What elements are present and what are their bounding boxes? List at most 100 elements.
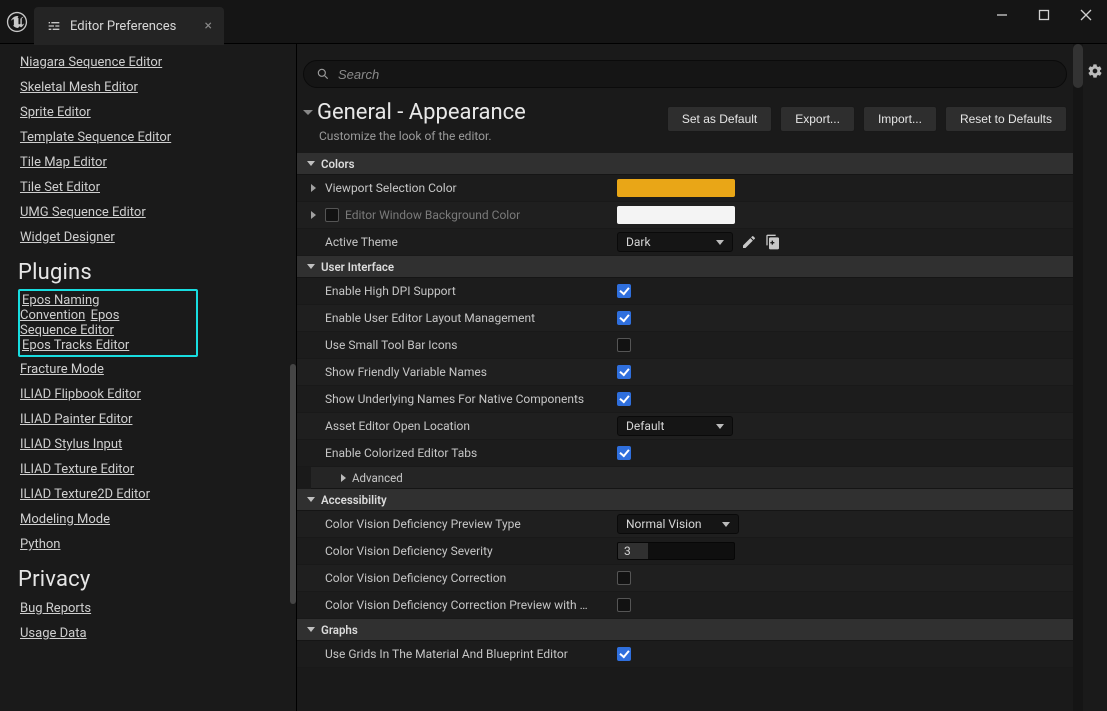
edit-icon[interactable] [741, 234, 757, 250]
window-controls [981, 0, 1107, 30]
chevron-down-icon [307, 161, 315, 166]
sidebar-item[interactable]: Tile Map Editor [20, 150, 107, 175]
checkbox[interactable] [617, 365, 631, 379]
page-subtitle: Customize the look of the editor. [303, 129, 655, 143]
checkbox[interactable] [617, 647, 631, 661]
row-viewport-selection-color: Viewport Selection Color [297, 175, 1073, 202]
set-default-button[interactable]: Set as Default [667, 106, 772, 132]
sidebar-item[interactable]: UMG Sequence Editor [20, 200, 146, 225]
row-label: Asset Editor Open Location [325, 419, 470, 433]
content-scrollbar[interactable] [1073, 44, 1083, 711]
sidebar-item[interactable]: Usage Data [20, 621, 87, 646]
row-open-location: Asset Editor Open Location Default [297, 413, 1073, 440]
maximize-button[interactable] [1023, 0, 1065, 30]
row-friendly-names: Show Friendly Variable Names [297, 359, 1073, 386]
sidebar-item[interactable]: Niagara Sequence Editor [20, 50, 162, 75]
checkbox[interactable] [617, 571, 631, 585]
open-location-dropdown[interactable]: Default [617, 416, 733, 436]
row-label: Enable Colorized Editor Tabs [325, 446, 477, 460]
group-header-colors[interactable]: Colors [297, 153, 1073, 175]
chevron-down-icon [716, 424, 724, 429]
sidebar-item[interactable]: Skeletal Mesh Editor [20, 75, 138, 100]
color-swatch[interactable] [617, 206, 735, 224]
row-label: Color Vision Deficiency Correction [325, 571, 506, 585]
gear-icon[interactable] [1087, 63, 1103, 79]
checkbox[interactable] [617, 392, 631, 406]
row-layout-mgmt: Enable User Editor Layout Management [297, 305, 1073, 332]
chevron-right-icon [341, 474, 346, 482]
checkbox[interactable] [617, 338, 631, 352]
duplicate-icon[interactable] [765, 234, 781, 250]
sidebar-section-editors: Niagara Sequence Editor Skeletal Mesh Ed… [20, 50, 290, 250]
unreal-logo-icon [0, 0, 34, 44]
expand-toggle[interactable] [307, 211, 319, 219]
sidebar-item[interactable]: ILIAD Texture Editor [20, 457, 134, 482]
group-header-ui[interactable]: User Interface [297, 256, 1073, 278]
checkbox[interactable] [617, 446, 631, 460]
sidebar-scroll-thumb[interactable] [290, 364, 296, 604]
color-swatch[interactable] [617, 179, 735, 197]
minimize-button[interactable] [981, 0, 1023, 30]
group-advanced[interactable]: Advanced [311, 467, 1073, 489]
row-editor-bg-color: Editor Window Background Color [297, 202, 1073, 229]
sidebar-scrollbar[interactable] [290, 44, 296, 711]
group-header-graphs[interactable]: Graphs [297, 619, 1073, 641]
tab-title: Editor Preferences [70, 19, 176, 34]
group-header-accessibility[interactable]: Accessibility [297, 489, 1073, 511]
row-label: Color Vision Deficiency Correction Previ… [325, 598, 595, 612]
sidebar-item[interactable]: ILIAD Texture2D Editor [20, 482, 150, 507]
close-window-button[interactable] [1065, 0, 1107, 30]
sidebar-item[interactable]: Widget Designer [20, 225, 115, 250]
main-area: Niagara Sequence Editor Skeletal Mesh Ed… [0, 44, 1107, 711]
reset-defaults-button[interactable]: Reset to Defaults [945, 106, 1067, 132]
tab-editor-preferences[interactable]: Editor Preferences × [34, 7, 224, 45]
sidebar-item[interactable]: Bug Reports [20, 596, 91, 621]
group-label: Accessibility [321, 493, 387, 507]
page-title: General - Appearance [317, 100, 526, 125]
row-label: Show Friendly Variable Names [325, 365, 487, 379]
chevron-down-icon [307, 497, 315, 502]
import-button[interactable]: Import... [863, 106, 937, 132]
sidebar: Niagara Sequence Editor Skeletal Mesh Ed… [0, 44, 297, 711]
group-label: Graphs [321, 623, 358, 637]
sidebar-item-epos-tracks[interactable]: Epos Tracks Editor [22, 333, 129, 358]
row-label: Active Theme [325, 235, 398, 249]
row-colorized-tabs: Enable Colorized Editor Tabs [297, 440, 1073, 467]
checkbox[interactable] [617, 284, 631, 298]
sidebar-heading-plugins: Plugins [18, 260, 290, 285]
sidebar-item[interactable]: ILIAD Stylus Input [20, 432, 122, 457]
titlebar: Editor Preferences × [0, 0, 1107, 44]
close-icon[interactable]: × [205, 19, 212, 33]
theme-dropdown[interactable]: Dark [617, 232, 733, 252]
chevron-down-icon [722, 522, 730, 527]
row-label: Color Vision Deficiency Severity [325, 544, 493, 558]
sidebar-item[interactable]: Fracture Mode [20, 357, 104, 382]
row-label: Editor Window Background Color [345, 208, 520, 222]
row-label: Enable User Editor Layout Management [325, 311, 535, 325]
category-title-row[interactable]: General - Appearance [303, 100, 655, 125]
sidebar-item[interactable]: Python [20, 532, 60, 557]
sidebar-item[interactable]: Tile Set Editor [20, 175, 100, 200]
search-box[interactable] [303, 60, 1067, 88]
row-use-grids: Use Grids In The Material And Blueprint … [297, 641, 1073, 668]
sidebar-item[interactable]: ILIAD Flipbook Editor [20, 382, 141, 407]
cvd-type-dropdown[interactable]: Normal Vision [617, 514, 739, 534]
export-button[interactable]: Export... [780, 106, 855, 132]
chevron-down-icon [307, 627, 315, 632]
cvd-severity-field[interactable]: 3 [617, 542, 735, 560]
checkbox[interactable] [617, 598, 631, 612]
expand-toggle[interactable] [307, 184, 319, 192]
sidebar-item[interactable]: ILIAD Painter Editor [20, 407, 132, 432]
content-panel: General - Appearance Customize the look … [297, 44, 1073, 711]
sidebar-item[interactable]: Template Sequence Editor [20, 125, 171, 150]
content-scroll-thumb[interactable] [1073, 44, 1083, 88]
search-input[interactable] [338, 67, 1054, 82]
row-cvd-correction: Color Vision Deficiency Correction [297, 565, 1073, 592]
enable-checkbox[interactable] [325, 208, 339, 222]
row-high-dpi: Enable High DPI Support [297, 278, 1073, 305]
sidebar-item[interactable]: Modeling Mode [20, 507, 110, 532]
row-label: Color Vision Deficiency Preview Type [325, 517, 521, 531]
checkbox[interactable] [617, 311, 631, 325]
sliders-icon [46, 18, 62, 34]
sidebar-item[interactable]: Sprite Editor [20, 100, 91, 125]
